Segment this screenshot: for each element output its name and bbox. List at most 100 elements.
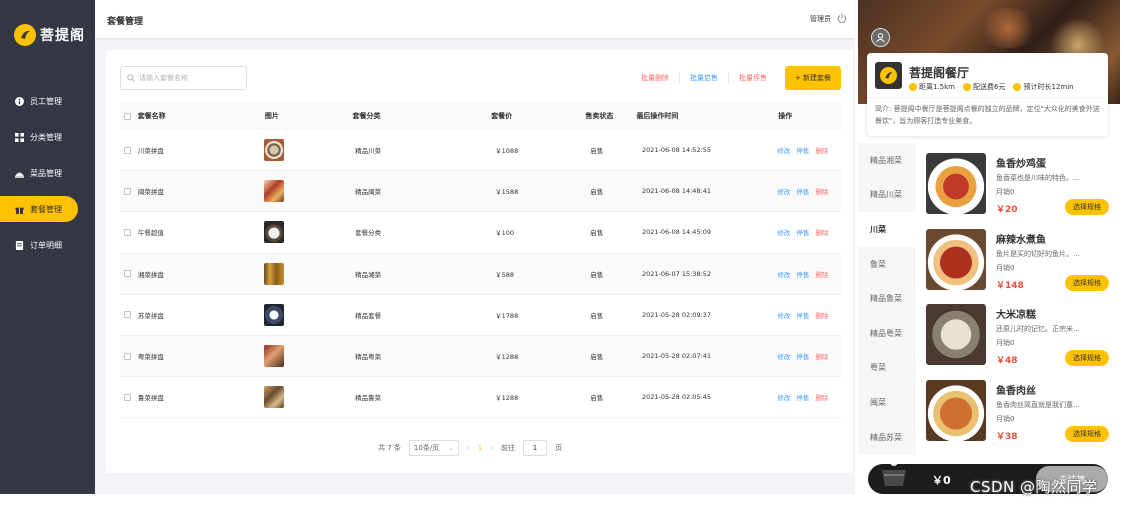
category-item[interactable]: 精品湘菜 — [858, 143, 916, 178]
select-spec-button[interactable]: 选择规格 — [1065, 274, 1109, 291]
setmeal-image — [264, 386, 285, 409]
disable-link[interactable]: 停售 — [796, 145, 809, 155]
user-avatar[interactable] — [871, 28, 890, 47]
dish-image[interactable] — [926, 304, 986, 365]
dish-image[interactable] — [926, 228, 986, 290]
delete-link[interactable]: 删除 — [815, 186, 828, 196]
setmeal-status: 启售 — [590, 311, 604, 320]
dish-list: 鱼香炒鸡蛋 鱼香菜也是川味的特色。... 月销0 ￥20 选择规格 麻辣水煮鱼 鱼片是买的切… — [926, 151, 1116, 453]
sidebar-item-label: 菜品管理 — [30, 168, 62, 178]
sidebar: 菩提阁 员工管理 分类管理 菜品管理 套餐管理 订单明细 — [0, 0, 95, 494]
setmeal-status: 启售 — [590, 188, 604, 197]
category-item[interactable]: 闽菜 — [858, 385, 916, 420]
batch-enable-button[interactable]: 批量启售 — [680, 73, 729, 83]
page-size-select[interactable]: 10条/页 ⌄ — [408, 440, 459, 456]
current-page[interactable]: 1 — [478, 444, 482, 452]
dish-price: ￥48 — [996, 356, 1018, 366]
chevron-down-icon: ⌄ — [448, 444, 454, 452]
setmeal-name: 闽菜拼盘 — [137, 188, 164, 197]
edit-link[interactable]: 修改 — [777, 392, 790, 402]
setmeal-price: ￥100 — [495, 229, 515, 238]
top-bar: 套餐管理 管理员 — [95, 0, 855, 38]
setmeal-updated: 2021-06-08 14:52:55 — [642, 146, 712, 155]
setmeal-name: 苏菜拼盘 — [137, 311, 164, 320]
prev-page-icon[interactable]: ‹ — [467, 444, 470, 452]
sidebar-item-dishes[interactable]: 菜品管理 — [6, 160, 78, 186]
sidebar-item-categories[interactable]: 分类管理 — [6, 124, 78, 150]
edit-link[interactable]: 修改 — [777, 145, 790, 155]
disable-link[interactable]: 停售 — [796, 227, 809, 237]
table-row: 闽菜拼盘 精品闽菜 ￥1588 启售 2021-06-08 14:48:41 修改 停售 删除 — [120, 171, 841, 213]
current-user[interactable]: 管理员 — [810, 14, 831, 24]
select-spec-button[interactable]: 选择规格 — [1065, 350, 1109, 366]
new-setmeal-button[interactable]: + 新建套餐 — [785, 66, 841, 90]
batch-disable-button[interactable]: 批量停售 — [729, 73, 777, 83]
sidebar-item-employees[interactable]: 员工管理 — [6, 88, 78, 114]
col-header-category: 套餐分类 — [352, 112, 381, 120]
select-spec-button[interactable]: 选择规格 — [1065, 425, 1109, 442]
dish-image[interactable] — [926, 153, 986, 214]
next-page-icon[interactable]: › — [490, 444, 493, 452]
dish-sales: 月销0 — [996, 188, 1015, 196]
disable-link[interactable]: 停售 — [796, 269, 809, 279]
row-checkbox[interactable] — [124, 228, 132, 236]
edit-link[interactable]: 修改 — [777, 310, 790, 320]
edit-link[interactable]: 修改 — [777, 227, 790, 237]
select-spec-button[interactable]: 选择规格 — [1065, 199, 1109, 215]
cart-icon[interactable] — [876, 456, 912, 490]
delete-link[interactable]: 删除 — [815, 227, 828, 237]
edit-link[interactable]: 修改 — [777, 269, 790, 279]
category-item[interactable]: 精品川菜 — [858, 178, 916, 213]
disable-link[interactable]: 停售 — [796, 351, 809, 361]
sidebar-item-orders[interactable]: 订单明细 — [6, 232, 78, 258]
admin-console: 菩提阁 员工管理 分类管理 菜品管理 套餐管理 订单明细 套餐管理 管理员 请输… — [0, 0, 855, 494]
setmeal-status: 启售 — [590, 270, 604, 279]
category-item[interactable]: 鲁菜 — [858, 247, 916, 282]
edit-link[interactable]: 修改 — [777, 351, 790, 361]
row-checkbox[interactable] — [124, 270, 132, 278]
category-item[interactable]: 精品粤菜 — [858, 316, 916, 351]
setmeal-image — [264, 345, 285, 368]
setmeal-updated: 2021-06-07 15:38:52 — [642, 269, 712, 278]
search-input[interactable] — [139, 74, 239, 82]
row-checkbox[interactable] — [124, 393, 132, 401]
delivery-fee-icon — [963, 83, 972, 91]
sidebar-item-setmeals[interactable]: 套餐管理 — [0, 196, 78, 222]
category-item[interactable]: 精品鲁菜 — [858, 281, 916, 316]
dish-image[interactable] — [926, 379, 986, 441]
row-checkbox[interactable] — [124, 187, 132, 195]
setmeal-name: 午餐超值 — [137, 229, 164, 238]
shop-delivery-fee: 配送费6元 — [973, 83, 1006, 91]
table-row: 苏菜拼盘 精品套餐 ￥1788 启售 2021-05-28 02:09:37 修改 停售 删除 — [120, 295, 841, 336]
row-checkbox[interactable] — [124, 311, 132, 319]
category-item[interactable]: 粤菜 — [858, 351, 916, 386]
goto-page-input[interactable]: 1 — [523, 440, 547, 456]
toolbar-actions: 批量删除 批量启售 批量停售 + 新建套餐 — [631, 66, 841, 90]
delete-link[interactable]: 删除 — [815, 269, 828, 279]
category-item[interactable]: 川菜 — [858, 212, 916, 247]
batch-delete-button[interactable]: 批量删除 — [631, 73, 680, 83]
goto-label: 前往 — [501, 444, 515, 452]
row-checkbox[interactable] — [124, 146, 132, 154]
dish-price: ￥20 — [996, 205, 1018, 215]
category-item[interactable]: 精品苏菜 — [858, 420, 916, 455]
select-all-checkbox[interactable] — [124, 112, 132, 120]
setmeal-image — [264, 180, 285, 203]
delete-link[interactable]: 删除 — [815, 392, 828, 402]
dish-item: 麻辣水煮鱼 鱼片是买的切好的鱼片。... 月销0 ￥148 选择规格 — [926, 227, 1116, 303]
setmeal-price: ￥1288 — [495, 394, 519, 403]
goto-suffix: 页 — [555, 444, 562, 452]
delete-link[interactable]: 删除 — [815, 310, 828, 320]
row-checkbox[interactable] — [124, 352, 132, 360]
disable-link[interactable]: 停售 — [796, 310, 809, 320]
setmeal-category: 精品套餐 — [355, 311, 382, 320]
disable-link[interactable]: 停售 — [796, 186, 809, 196]
delete-link[interactable]: 删除 — [815, 145, 828, 155]
disable-link[interactable]: 停售 — [796, 392, 809, 402]
shop-description: 简介: 菩提阁中餐厅是菩提阁点餐的独立的品牌，定位"大众化的美食外送餐饮"，旨为… — [875, 105, 1100, 125]
delete-link[interactable]: 删除 — [815, 351, 828, 361]
logout-icon[interactable] — [837, 13, 847, 23]
setmeal-price: ￥1288 — [495, 353, 519, 362]
dish-item: 大米凉糕 还原儿时的记忆。正宗米... 月销0 ￥48 选择规格 — [926, 302, 1116, 378]
edit-link[interactable]: 修改 — [777, 186, 790, 196]
